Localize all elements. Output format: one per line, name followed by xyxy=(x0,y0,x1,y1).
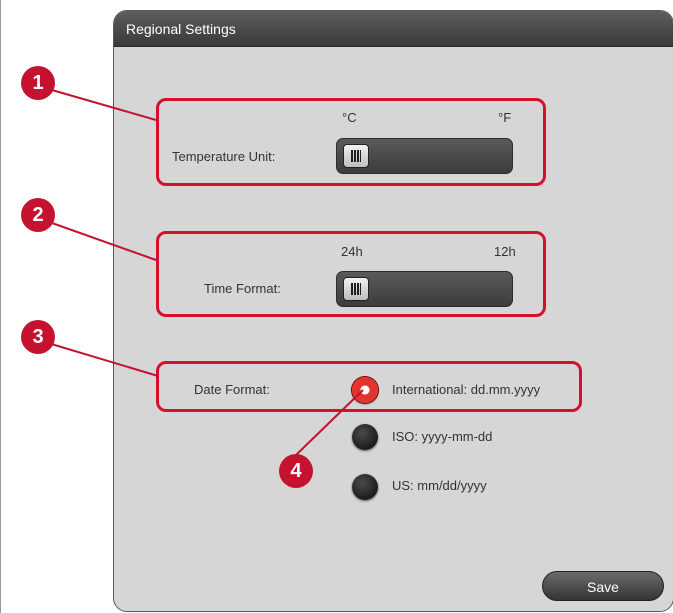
callout-2: 2 xyxy=(21,198,55,232)
callout-3: 3 xyxy=(21,320,55,354)
callout-leader-lines xyxy=(37,85,364,456)
callout-4: 4 xyxy=(279,454,313,488)
callout-1: 1 xyxy=(21,66,55,100)
